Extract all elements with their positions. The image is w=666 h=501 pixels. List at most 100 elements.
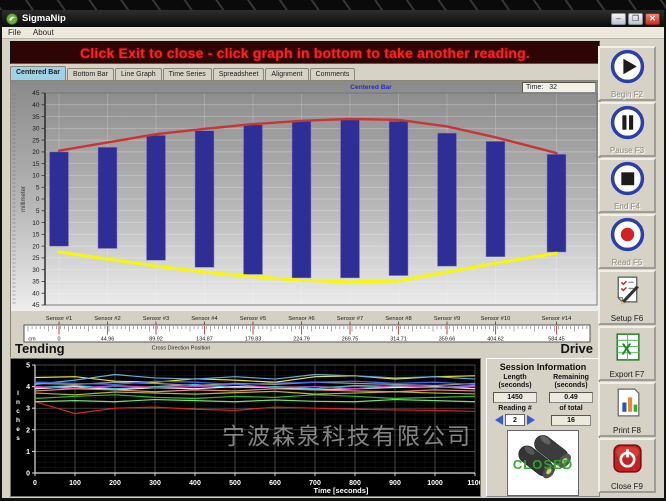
reading-next-icon[interactable]	[527, 415, 535, 425]
print-button[interactable]: Print F8	[598, 382, 656, 437]
minimize-button[interactable]: –	[611, 13, 626, 25]
trend-y-axis-title: I	[17, 390, 19, 397]
sensor-label: Sensor #2	[94, 316, 120, 322]
trend-y-axis-title: e	[16, 426, 20, 433]
sensor-label: Sensor #3	[143, 316, 169, 322]
y-tick-label: 25	[32, 255, 40, 262]
ruler-value: 314.71	[390, 337, 407, 343]
sensor-label: Sensor #6	[288, 316, 314, 322]
y-tick-label: 45	[32, 90, 40, 97]
tab-alignment[interactable]: Alignment	[265, 68, 308, 80]
pause-button[interactable]: Pause F3	[598, 102, 656, 157]
tab-comments[interactable]: Comments	[310, 68, 356, 80]
y-tick-label: 40	[32, 102, 40, 109]
menu-file[interactable]: File	[8, 28, 21, 37]
tab-line-graph[interactable]: Line Graph	[115, 68, 162, 80]
y-tick-label: 30	[32, 126, 40, 133]
message-banner: Click Exit to close - click graph in bot…	[10, 41, 600, 64]
banner-text: Click Exit to close - click graph in bot…	[80, 45, 530, 61]
record-icon	[610, 217, 645, 257]
button-label: Close F9	[611, 482, 643, 491]
close-button[interactable]: Close F9	[598, 438, 656, 493]
ruler-value: 134.87	[196, 337, 213, 343]
trend-x-tick: 300	[149, 480, 161, 487]
restore-button[interactable]: ❐	[628, 13, 643, 25]
button-label: Read F5	[612, 258, 643, 267]
client-area: Click Exit to close - click graph in bot…	[2, 39, 664, 498]
setup-icon	[610, 273, 645, 313]
bar-sensor-7	[341, 119, 360, 278]
ruler-value: 359.66	[439, 337, 456, 343]
trend-chart[interactable]: 012345Inches0100200300400500600700800900…	[10, 358, 481, 497]
centered-bar-panel: 45403530252015105051015202530354045milli…	[10, 80, 600, 357]
bar-sensor-14	[547, 154, 566, 252]
remaining-header: Remaining (seconds)	[545, 374, 597, 390]
trend-y-tick: 2	[26, 427, 30, 434]
remaining-value: 0.49	[549, 392, 593, 403]
close-window-button[interactable]: ✕	[645, 13, 660, 25]
button-label: Pause F3	[610, 146, 644, 155]
trend-x-axis-title: Time [seconds]	[314, 486, 369, 495]
bar-sensor-6	[292, 121, 311, 278]
button-label: End F4	[614, 202, 640, 211]
trend-x-tick: 600	[269, 480, 281, 487]
window-title: SigmaNip	[22, 13, 66, 24]
sensor-label: Sensor #4	[191, 316, 218, 322]
trend-y-tick: 5	[26, 363, 30, 370]
y-tick-label: 10	[32, 220, 40, 227]
reading-prev-icon[interactable]	[495, 415, 503, 425]
close-icon	[610, 441, 645, 481]
begin-button[interactable]: Begin F2	[598, 46, 656, 101]
tab-spreadsheet[interactable]: Spreadsheet	[213, 68, 265, 80]
app-window: SigmaNip – ❐ ✕ File About Click Exit to …	[0, 0, 666, 501]
trend-y-axis-title: h	[16, 417, 20, 424]
y-tick-label: 10	[32, 173, 40, 180]
sensor-label: Sensor #14	[542, 316, 572, 322]
play-icon	[610, 49, 645, 89]
y-tick-label: 5	[36, 208, 40, 215]
of-total-label: of total	[545, 405, 597, 412]
read-button[interactable]: Read F5	[598, 214, 656, 269]
bottom-row: 012345Inches0100200300400500600700800900…	[10, 358, 600, 497]
stop-icon	[610, 161, 645, 201]
sensor-label: Sensor #8	[385, 316, 411, 322]
y-tick-label: 35	[32, 279, 40, 286]
bar-sensor-3	[147, 135, 166, 260]
time-readout: Time: 32	[522, 82, 596, 93]
trend-x-tick: 0	[33, 480, 37, 487]
ruler-value: 269.75	[342, 337, 359, 343]
trend-y-axis-title: n	[16, 399, 20, 406]
menu-bar: File About	[2, 27, 664, 39]
tending-side-label: Tending	[15, 341, 65, 356]
action-button-column: Begin F2 Pause F3 End F4 Read F5 Setup F6XEx…	[596, 46, 658, 498]
trend-y-tick: 3	[26, 406, 30, 413]
y-tick-label: 20	[32, 243, 40, 250]
title-bar: SigmaNip – ❐ ✕	[2, 10, 664, 27]
time-label: Time:	[526, 84, 543, 91]
trend-x-tick: 500	[229, 480, 241, 487]
sensor-label: Sensor #7	[337, 316, 363, 322]
pause-icon	[610, 105, 645, 145]
trend-y-tick: 0	[26, 471, 30, 478]
tab-centered-bar[interactable]: Centered Bar	[10, 66, 66, 80]
tab-time-series[interactable]: Time Series	[163, 68, 212, 80]
trend-chart-svg: 012345Inches0100200300400500600700800900…	[11, 359, 480, 496]
session-info-panel: Session Information Length (seconds) Rem…	[486, 358, 600, 497]
trend-y-tick: 4	[26, 384, 30, 391]
y-tick-label: 35	[32, 114, 40, 121]
ruler-value: 224.79	[293, 337, 310, 343]
trend-x-tick: 1100	[467, 480, 480, 487]
nip-status-image: CLOSED	[507, 430, 579, 496]
end-button[interactable]: End F4	[598, 158, 656, 213]
tab-bottom-bar[interactable]: Bottom Bar	[67, 68, 114, 80]
tab-strip: Centered BarBottom BarLine GraphTime Ser…	[10, 66, 600, 80]
ruler-value: 44.96	[101, 337, 115, 343]
ruler-value: 404.62	[487, 337, 504, 343]
setup-button[interactable]: Setup F6	[598, 270, 656, 325]
app-icon	[6, 13, 18, 25]
export-button[interactable]: XExport F7	[598, 326, 656, 381]
sensor-label: Sensor #9	[434, 316, 460, 322]
menu-about[interactable]: About	[33, 28, 54, 37]
ruler-value: 179.83	[245, 337, 262, 343]
sensor-label: Sensor #1	[46, 316, 72, 322]
